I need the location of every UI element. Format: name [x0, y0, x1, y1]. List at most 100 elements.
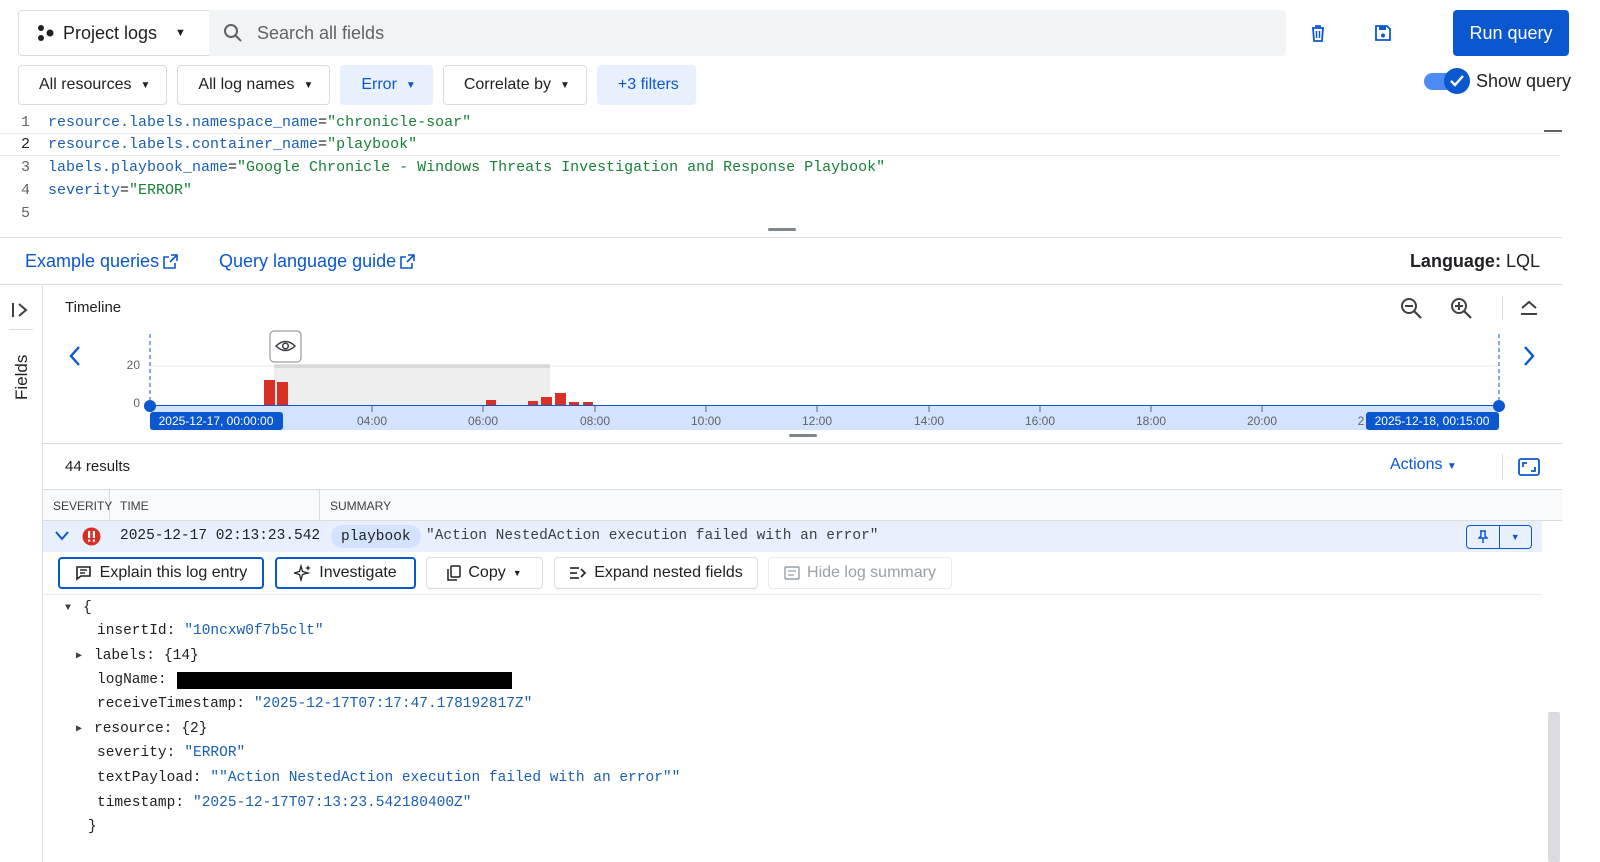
query-language-guide-link[interactable]: Query language guide: [219, 251, 415, 272]
range-end-label: 2025-12-18, 00:15:00: [1375, 414, 1490, 428]
x-tick-label: 10:00: [691, 414, 721, 428]
results-table-header: SEVERITY TIME SUMMARY: [43, 490, 1562, 521]
x-tick-label: 18:00: [1136, 414, 1166, 428]
pin-button[interactable]: [1467, 526, 1499, 548]
row-menu-button[interactable]: ▼: [1498, 526, 1532, 548]
x-tick-label: 14:00: [914, 414, 944, 428]
severity-filter[interactable]: Error ▼: [340, 65, 433, 105]
code-line[interactable]: 1 resource.labels.namespace_name = "chroni…: [0, 111, 1560, 134]
editor-resize-handle[interactable]: [768, 228, 796, 231]
column-header-severity[interactable]: SEVERITY: [43, 490, 112, 521]
chevron-down-icon[interactable]: [55, 531, 69, 541]
query-language-guide-label: Query language guide: [219, 251, 397, 271]
log-timestamp: 2025-12-17 02:13:23.542: [120, 528, 321, 544]
toolbar: Project logs ▼ Run query: [18, 10, 1590, 56]
range-start-handle[interactable]: [144, 400, 156, 412]
expand-list-icon: [570, 567, 587, 579]
timeline-resize-handle[interactable]: [789, 434, 817, 437]
all-log-names-label: All log names: [198, 76, 295, 93]
code-line[interactable]: 3 labels.playbook_name = "Google Chronicle…: [0, 156, 1560, 179]
expand-label: Expand nested fields: [594, 564, 743, 581]
json-key: labels:: [94, 648, 155, 664]
all-resources-label: All resources: [39, 76, 132, 93]
json-value: "2025-12-17T07:17:47.178192817Z": [253, 696, 533, 712]
json-value: {14}: [163, 648, 199, 664]
toggle-switch[interactable]: [1424, 68, 1470, 94]
open-in-new-icon: [400, 254, 415, 269]
error-severity-icon: [82, 527, 101, 546]
search-input[interactable]: [257, 22, 1157, 44]
code-line-current[interactable]: 2 resource.labels.container_name = "playbo…: [0, 133, 1560, 156]
explain-label: Explain this log entry: [99, 564, 248, 581]
json-key: resource:: [94, 721, 173, 737]
code-operator: =: [318, 136, 328, 153]
delete-icon: [1312, 25, 1324, 42]
json-field-textpayload: textPayload: ""Action NestedAction execut…: [97, 766, 680, 790]
hide-summary-label: Hide log summary: [807, 564, 936, 581]
all-resources-filter[interactable]: All resources ▼: [18, 65, 168, 105]
json-value: "ERROR": [184, 745, 246, 761]
json-field-labels[interactable]: ▶ labels: {14}: [76, 644, 199, 668]
show-query-toggle[interactable]: Show query: [1424, 68, 1571, 94]
actions-menu-button[interactable]: Actions ▼: [1390, 456, 1457, 474]
json-key: logName:: [97, 672, 167, 688]
log-row[interactable]: 2025-12-17 02:13:23.542 playbook "Action…: [43, 521, 1542, 552]
code-operator: =: [120, 182, 130, 199]
chevron-down-icon: ▼: [1510, 532, 1520, 542]
y-tick-label: 20: [127, 358, 141, 372]
timeline-panel: Timeline 20 0 04:00 06:00 08:00 10:00 12…: [43, 286, 1562, 444]
chevron-down-icon: ▼: [405, 79, 416, 91]
range-end-handle[interactable]: [1493, 400, 1505, 412]
correlate-by-filter[interactable]: Correlate by ▼: [442, 65, 587, 105]
hide-log-summary-button[interactable]: Hide log summary: [768, 557, 952, 589]
column-header-time[interactable]: TIME: [110, 490, 320, 521]
explain-log-entry-button[interactable]: Explain this log entry: [58, 557, 264, 589]
code-key: resource.labels.container_name: [48, 136, 319, 153]
investigate-label: Investigate: [319, 564, 397, 581]
column-header-summary[interactable]: SUMMARY: [320, 490, 1562, 521]
fullscreen-button[interactable]: [1511, 449, 1547, 485]
run-query-button[interactable]: Run query: [1453, 10, 1569, 56]
results-count: 44 results: [65, 458, 131, 475]
example-queries-link[interactable]: Example queries: [25, 251, 178, 272]
expand-nested-fields-button[interactable]: Expand nested fields: [554, 557, 758, 589]
investigate-button[interactable]: Investigate: [275, 557, 416, 589]
code-line[interactable]: 5: [0, 202, 1560, 225]
range-start-label: 2025-12-17, 00:00:00: [159, 414, 274, 428]
delete-query-button[interactable]: [1300, 15, 1336, 51]
fields-tab[interactable]: Fields: [12, 355, 32, 400]
json-root[interactable]: ▼{: [65, 596, 92, 620]
log-summary: "Action NestedAction execution failed wi…: [426, 528, 879, 544]
query-links-row: Example queries Query language guide Lan…: [0, 239, 1562, 285]
json-key: receiveTimestamp:: [97, 696, 245, 712]
json-field-resource[interactable]: ▶ resource: {2}: [76, 717, 207, 741]
all-log-names-filter[interactable]: All log names ▼: [177, 65, 331, 105]
code-line[interactable]: 4 severity = "ERROR": [0, 179, 1560, 202]
search-bar[interactable]: [209, 10, 1286, 56]
container-chip[interactable]: playbook: [331, 525, 421, 548]
more-filters-button[interactable]: +3 filters: [596, 65, 696, 105]
chevron-down-icon: ▼: [1446, 461, 1457, 472]
code-key: resource.labels.namespace_name: [48, 114, 319, 131]
expand-fields-button[interactable]: [2, 292, 38, 328]
project-logs-selector[interactable]: Project logs ▼: [18, 10, 210, 56]
save-icon: [1375, 25, 1391, 41]
save-query-button[interactable]: [1365, 15, 1401, 51]
line-number: 2: [20, 136, 30, 153]
histogram-bar: [541, 397, 552, 406]
copy-button[interactable]: Copy ▼: [426, 557, 543, 589]
check-icon: [1444, 68, 1470, 94]
json-value: "10ncxw0f7b5clt": [184, 623, 324, 639]
fullscreen-icon: [1518, 458, 1540, 476]
query-editor[interactable]: 1 resource.labels.namespace_name = "chroni…: [0, 110, 1562, 238]
language-value: LQL: [1505, 251, 1540, 271]
filter-bar: All resources ▼ All log names ▼ Error ▼ Cor…: [18, 65, 696, 105]
eye-marker[interactable]: [269, 330, 302, 363]
json-field-severity: severity: "ERROR": [97, 741, 245, 765]
scrollbar[interactable]: [1548, 712, 1560, 862]
timeline-histogram[interactable]: 20 0 04:00 06:00 08:00 10:00 12:00 14:00…: [43, 286, 1562, 444]
project-nodes-icon: [38, 25, 54, 41]
caret-down-icon: ▼: [65, 602, 72, 614]
open-in-new-icon: [163, 254, 178, 269]
chevron-down-icon: ▼: [140, 79, 151, 91]
